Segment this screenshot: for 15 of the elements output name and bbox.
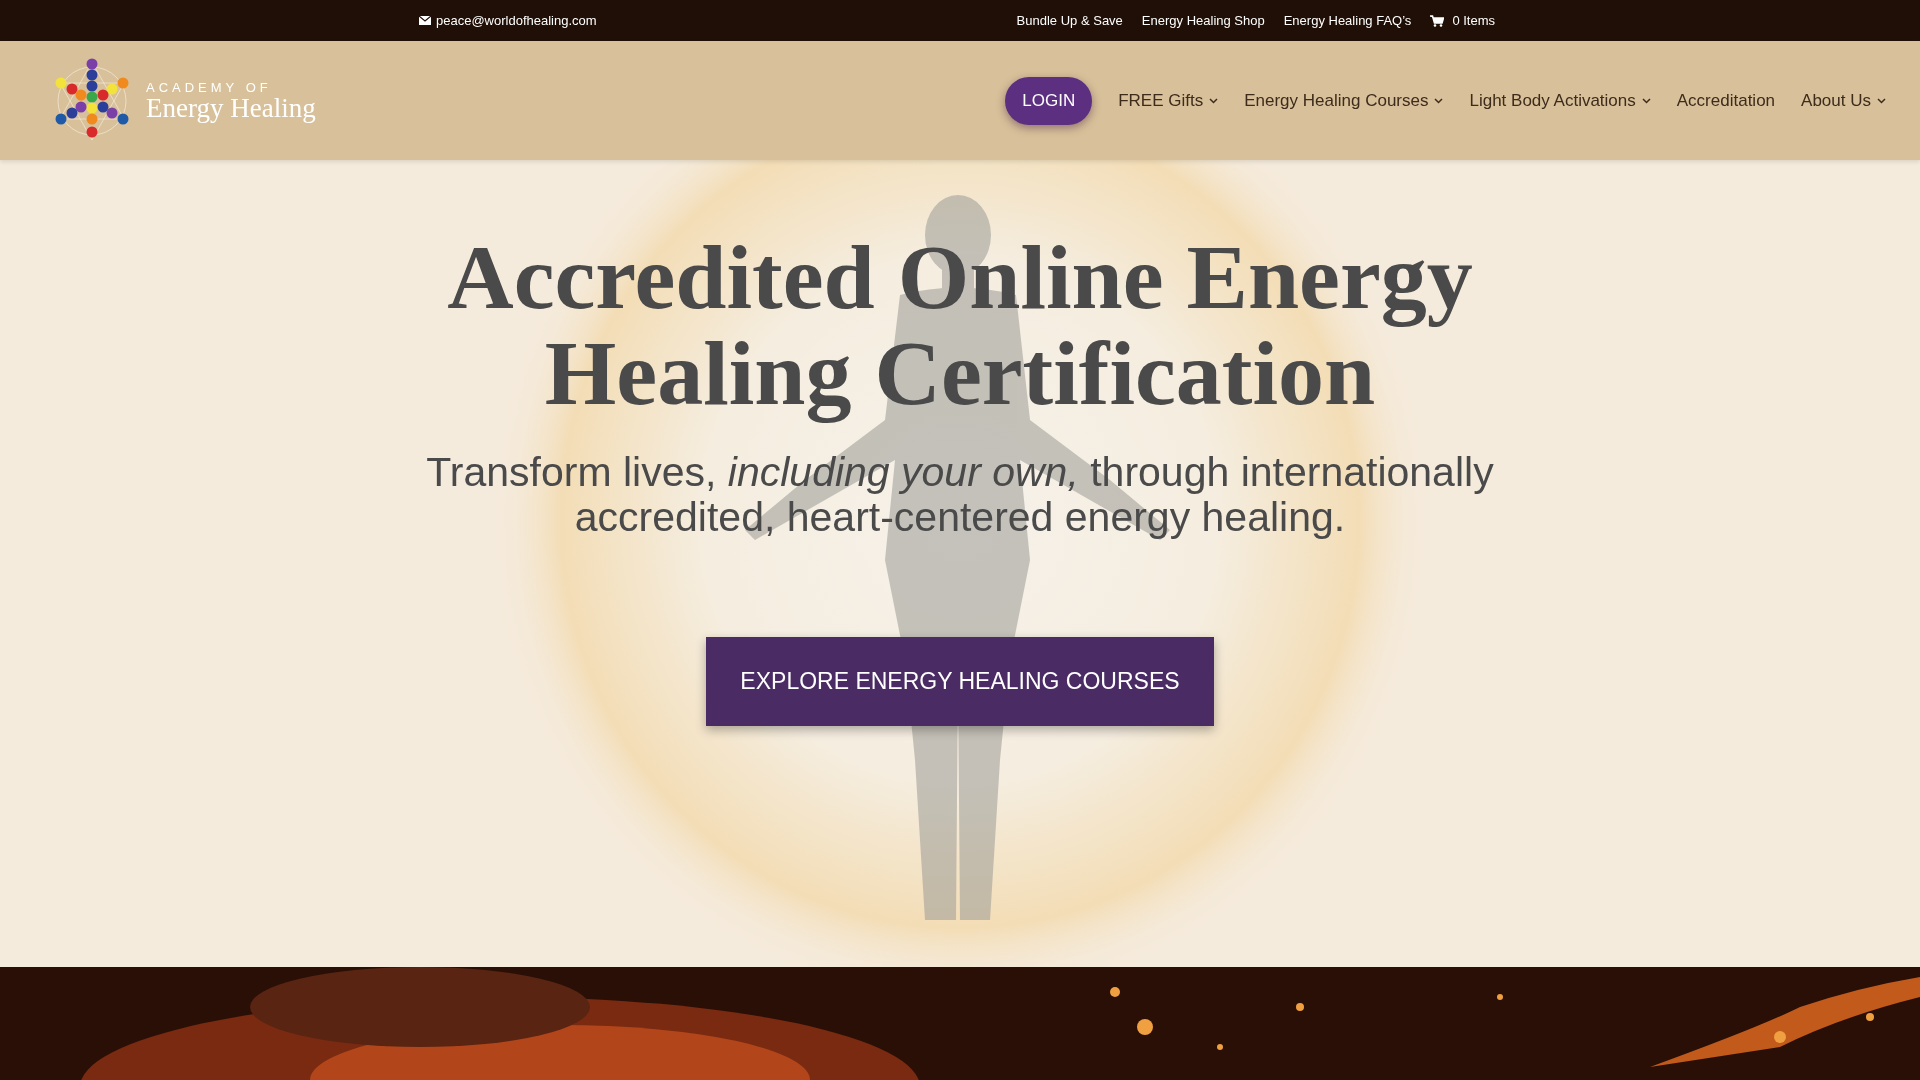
login-button[interactable]: LOGIN [1005, 76, 1093, 125]
nav-link[interactable]: FREE Gifts [1118, 90, 1219, 111]
top-link[interactable]: Bundle Up & Save [1016, 13, 1123, 28]
logo-text: ACADEMY OF [146, 79, 273, 95]
cart-link[interactable]: 0 Items [1430, 13, 1495, 28]
nav-link[interactable]: Energy Healing Courses [1244, 90, 1444, 111]
mail-icon [419, 16, 431, 25]
top-link[interactable]: Energy Healing Shop [1141, 13, 1265, 28]
email-link[interactable]: peace@worldofhealing.com [419, 13, 597, 28]
nav-link[interactable]: About Us [1801, 90, 1886, 111]
top-link[interactable]: Energy Healing FAQ’s [1283, 13, 1412, 28]
nav-link[interactable]: Light Body Activations [1469, 90, 1651, 111]
logo-text: Energy Healing [146, 94, 316, 122]
nav-link[interactable]: Accreditation [1676, 90, 1776, 111]
cart-icon [1430, 14, 1445, 27]
